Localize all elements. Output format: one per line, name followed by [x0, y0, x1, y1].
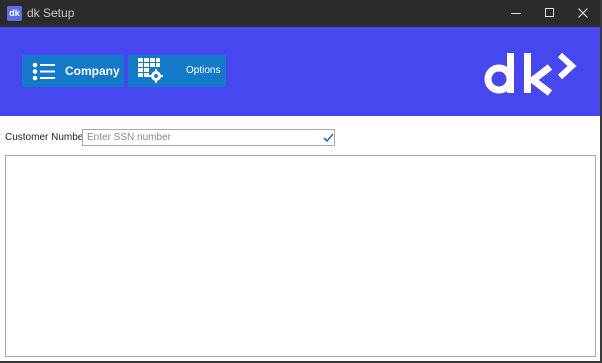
nav-options-label: Options — [186, 65, 221, 76]
grid-settings-icon — [138, 58, 163, 83]
minimize-button[interactable] — [498, 0, 534, 27]
close-icon — [578, 8, 588, 18]
customer-number-label: Customer Number — [5, 132, 87, 143]
setup-window: dk dk Setup Company Options Customer Num… — [0, 0, 602, 363]
window-title: dk Setup — [27, 6, 75, 20]
customer-number-field[interactable] — [82, 129, 335, 146]
minimize-icon — [511, 13, 521, 14]
header-banner: Company Options — [0, 27, 600, 116]
dk-logo — [484, 52, 577, 96]
nav-options-button[interactable]: Options — [128, 55, 226, 87]
content-panel — [5, 155, 596, 357]
customer-number-input[interactable] — [87, 130, 315, 145]
app-icon: dk — [7, 6, 22, 21]
check-icon — [323, 133, 334, 143]
list-icon — [32, 62, 55, 81]
maximize-icon — [545, 8, 554, 17]
nav-company-button[interactable]: Company — [22, 55, 124, 87]
maximize-button[interactable] — [532, 0, 568, 27]
nav-company-label: Company — [65, 64, 120, 78]
title-bar[interactable]: dk dk Setup — [0, 0, 600, 27]
close-button[interactable] — [565, 0, 600, 27]
